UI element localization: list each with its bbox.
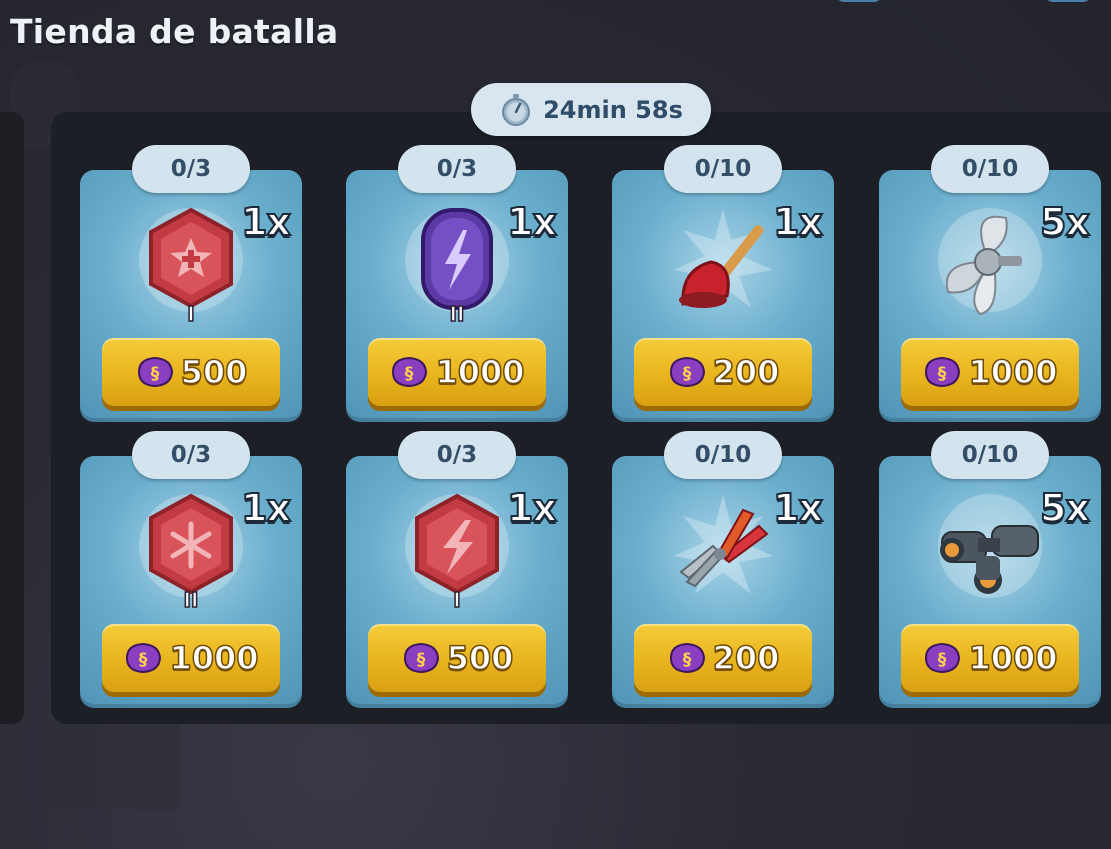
svg-text:§: §	[938, 650, 947, 670]
svg-text:§: §	[416, 650, 425, 670]
buy-button[interactable]: § 200	[634, 338, 812, 406]
price-value: 200	[712, 638, 780, 678]
pliers-icon	[673, 494, 773, 594]
purchase-count: 0/3	[398, 431, 516, 479]
item-multiplier: 1x	[772, 485, 824, 531]
svg-text:§: §	[938, 364, 947, 384]
item-multiplier: 5x	[1039, 485, 1091, 531]
propeller-icon	[938, 208, 1042, 316]
purchase-count: 0/10	[664, 431, 782, 479]
price-value: 1000	[435, 352, 526, 392]
page-title: Tienda de batalla	[10, 12, 339, 51]
stopwatch-icon	[502, 93, 531, 126]
tier-label: II	[183, 587, 199, 613]
battle-token-icon: §	[126, 642, 162, 674]
tier-label: II	[449, 301, 465, 327]
price-value: 1000	[169, 638, 260, 678]
item-multiplier: 1x	[240, 199, 292, 245]
buy-button[interactable]: § 1000	[102, 624, 280, 692]
buy-button[interactable]: § 200	[634, 624, 812, 692]
shop-item-card[interactable]: 0/10 5x § 1000	[879, 145, 1101, 422]
binoculars-icon	[938, 494, 1042, 598]
shop-item-card[interactable]: 0/3 1x II § 1000	[346, 145, 568, 422]
purchase-count: 0/3	[398, 145, 516, 193]
svg-text:§: §	[150, 364, 159, 384]
item-multiplier: 1x	[506, 485, 558, 531]
top-button-edge	[1045, 0, 1091, 2]
battle-token-icon: §	[392, 356, 428, 388]
svg-text:§: §	[682, 650, 691, 670]
battle-token-icon: §	[925, 356, 961, 388]
buy-button[interactable]: § 500	[368, 624, 546, 692]
left-side-panel	[0, 112, 24, 724]
tier-label: I	[453, 587, 462, 613]
purchase-count: 0/3	[132, 145, 250, 193]
price-value: 500	[180, 352, 248, 392]
price-value: 1000	[968, 352, 1059, 392]
plunger-icon	[673, 208, 773, 308]
purchase-count: 0/10	[931, 145, 1049, 193]
buy-button[interactable]: § 1000	[368, 338, 546, 406]
tier-label: I	[187, 301, 196, 327]
item-multiplier: 5x	[1039, 199, 1091, 245]
shop-item-card[interactable]: 0/10 1x § 200	[612, 431, 834, 708]
battle-token-icon: §	[403, 642, 439, 674]
purchase-count: 0/10	[664, 145, 782, 193]
battle-token-icon: §	[925, 642, 961, 674]
buy-button[interactable]: § 1000	[901, 624, 1079, 692]
price-value: 1000	[968, 638, 1059, 678]
shop-item-card[interactable]: 0/10 1x § 200	[612, 145, 834, 422]
timer-text: 24min 58s	[543, 95, 683, 124]
purchase-count: 0/10	[931, 431, 1049, 479]
svg-text:§: §	[139, 650, 148, 670]
purchase-count: 0/3	[132, 431, 250, 479]
shop-item-card[interactable]: 0/3 1x I § 500	[346, 431, 568, 708]
buy-button[interactable]: § 1000	[901, 338, 1079, 406]
shop-item-card[interactable]: 0/3 1x I § 500	[80, 145, 302, 422]
svg-text:§: §	[405, 364, 414, 384]
item-multiplier: 1x	[506, 199, 558, 245]
item-multiplier: 1x	[772, 199, 824, 245]
shop-item-card[interactable]: 0/3 1x II § 1000	[80, 431, 302, 708]
price-value: 500	[446, 638, 514, 678]
battle-token-icon: §	[669, 642, 705, 674]
battle-token-icon: §	[137, 356, 173, 388]
battle-token-icon: §	[669, 356, 705, 388]
refresh-timer: 24min 58s	[471, 83, 711, 136]
top-button-edge	[836, 0, 882, 2]
price-value: 200	[712, 352, 780, 392]
buy-button[interactable]: § 500	[102, 338, 280, 406]
svg-text:§: §	[682, 364, 691, 384]
shop-item-card[interactable]: 0/10 5x § 1000	[879, 431, 1101, 708]
item-multiplier: 1x	[240, 485, 292, 531]
